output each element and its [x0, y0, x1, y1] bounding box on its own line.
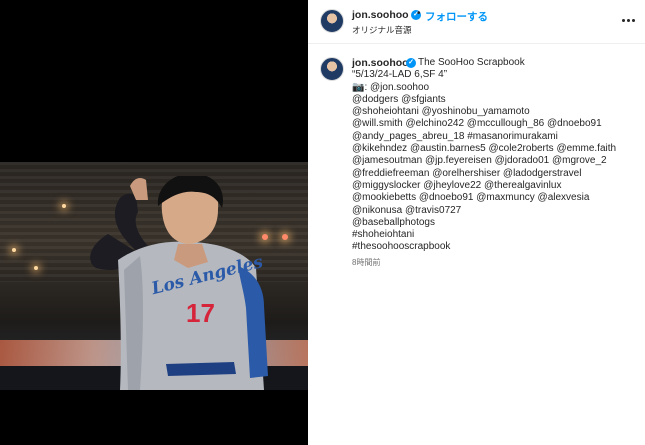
caption-hashtag[interactable]: #shoheiohtani	[352, 229, 638, 241]
post-media[interactable]: Los Angeles 17	[0, 0, 308, 445]
follow-button[interactable]: フォローする	[425, 9, 488, 24]
more-options-icon[interactable]	[622, 13, 636, 27]
caption-mentions[interactable]: @shoheiohtani @yoshinobu_yamamoto	[352, 106, 638, 118]
caption-source-title: The SooHoo Scrapbook	[418, 57, 525, 68]
stadium-light	[282, 234, 288, 240]
jersey-number: 17	[186, 298, 215, 328]
caption-mentions[interactable]: @andy_pages_abreu_18 #masanorimurakami	[352, 131, 638, 143]
post-timestamp[interactable]: 8時間前	[352, 257, 380, 268]
post-details-panel: jon.soohoo ✓ • フォローする オリジナル音源 jon.soohoo…	[308, 0, 645, 445]
separator-dot: •	[417, 8, 421, 19]
caption-text: The SooHoo Scrapbook “5/13/24-LAD 6,SF 4…	[352, 57, 638, 254]
caption-hashtag[interactable]: #thesoohooscrapbook	[352, 241, 638, 253]
caption-mentions[interactable]: @mookiebetts @dnoebo91 @maxmuncy @alexve…	[352, 192, 638, 204]
baseball-player-figure: Los Angeles 17	[90, 176, 268, 390]
author-username[interactable]: jon.soohoo	[352, 9, 409, 21]
caption-mentions[interactable]: @freddiefreeman @orelhershiser @ladodger…	[352, 168, 638, 180]
caption-mentions[interactable]: @will.smith @elchino242 @mccullough_86 @…	[352, 118, 638, 130]
caption-mentions[interactable]: @nikonusa @travis0727	[352, 205, 638, 217]
author-avatar[interactable]	[320, 9, 344, 33]
caption-line: “5/13/24-LAD 6,SF 4”	[352, 69, 448, 81]
caption-author-avatar[interactable]	[320, 57, 344, 81]
caption-mentions[interactable]: @dodgers @sfgiants	[352, 94, 638, 106]
caption-line: 📷: @jon.soohoo	[352, 81, 430, 93]
caption-mentions[interactable]: @jamesoutman @jp.feyereisen @jdorado01 @…	[352, 155, 638, 167]
post-photo[interactable]: Los Angeles 17	[0, 162, 308, 390]
caption-mentions[interactable]: @baseballphotogs	[352, 217, 638, 229]
caption-mentions[interactable]: @miggyslocker @jheylove22 @therealgavinl…	[352, 180, 638, 192]
stadium-light	[12, 248, 16, 252]
original-audio-link[interactable]: オリジナル音源	[352, 24, 412, 36]
post-header: jon.soohoo ✓ • フォローする オリジナル音源	[308, 0, 645, 44]
stadium-light	[62, 204, 66, 208]
caption-mentions[interactable]: @kikehndez @austin.barnes5 @cole2roberts…	[352, 143, 638, 155]
stadium-light	[34, 266, 38, 270]
